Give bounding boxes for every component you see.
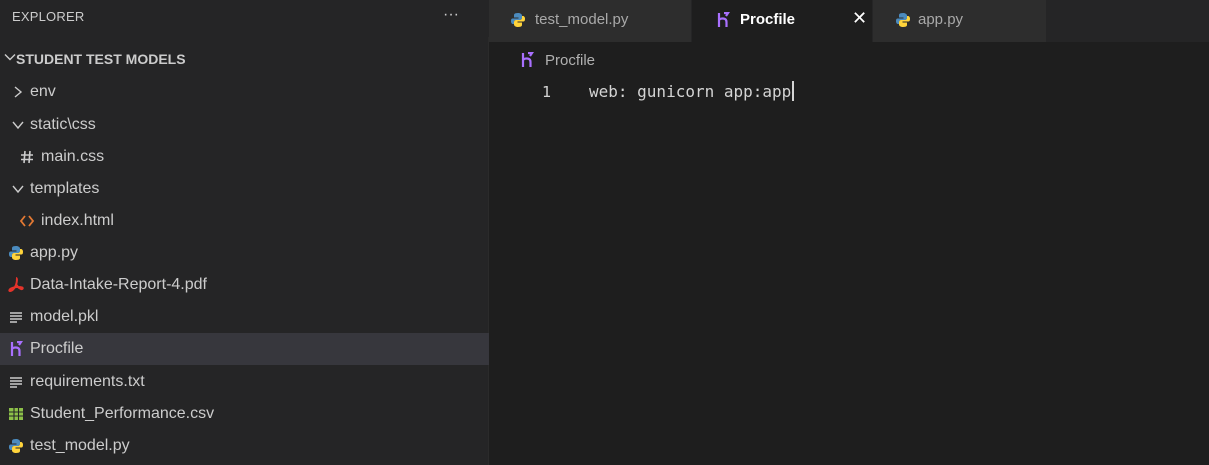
editor-tab-bar: test_model.py Procfile ✕ app.py <box>489 0 1209 42</box>
tree-item-procfile[interactable]: Procfile <box>0 333 489 365</box>
heroku-icon <box>10 341 23 356</box>
tab-label: app.py <box>918 11 964 28</box>
tab-procfile[interactable]: Procfile ✕ <box>692 0 873 42</box>
tree-item-label: model.pkl <box>30 308 99 325</box>
tab-test-model-py[interactable]: test_model.py <box>489 0 692 42</box>
code-line[interactable]: web: gunicorn app:app <box>589 81 795 101</box>
tree-item-label: Student_Performance.csv <box>30 405 215 422</box>
breadcrumb-file[interactable]: Procfile <box>545 52 595 69</box>
tree-item-label: templates <box>30 180 100 197</box>
text-cursor <box>792 81 795 101</box>
tab-app-py[interactable]: app.py <box>873 0 1047 42</box>
tree-item-label: static\css <box>30 116 96 133</box>
folder-header[interactable]: STUDENT TEST MODELS <box>0 44 489 76</box>
tree-item-static-css[interactable]: static\css <box>0 109 489 141</box>
python-icon <box>9 439 23 453</box>
explorer-title: EXPLORER <box>12 9 85 24</box>
editor-area[interactable]: Procfile 1 web: gunicorn app:app <box>489 42 1209 465</box>
tree-item-csv[interactable]: Student_Performance.csv <box>0 398 489 430</box>
chevron-down-icon <box>12 121 24 130</box>
heroku-icon <box>521 52 534 67</box>
tree-item-app-py[interactable]: app.py <box>0 237 489 269</box>
python-icon <box>511 13 525 27</box>
heroku-icon <box>717 12 730 27</box>
text-lines-icon <box>10 312 22 323</box>
line-number: 1 <box>542 83 552 101</box>
tree-item-pdf[interactable]: Data-Intake-Report-4.pdf <box>0 269 489 301</box>
tab-label: test_model.py <box>535 11 629 28</box>
close-tab-icon[interactable]: ✕ <box>852 8 867 29</box>
tree-item-test-model-py[interactable]: test_model.py <box>0 430 489 462</box>
explorer-sidebar: EXPLORER ··· STUDENT TEST MODELS env sta… <box>0 0 489 465</box>
tree-item-label: main.css <box>41 148 105 165</box>
vscode-window: EXPLORER ··· STUDENT TEST MODELS env sta… <box>0 0 1209 465</box>
csv-table-icon <box>9 408 23 420</box>
code-text: web: gunicorn app:app <box>589 82 792 101</box>
explorer-header: EXPLORER ··· <box>0 0 489 37</box>
pdf-icon <box>8 277 24 293</box>
tree-item-index-html[interactable]: index.html <box>0 205 489 237</box>
chevron-right-icon <box>14 86 23 98</box>
tree-item-label: requirements.txt <box>30 373 145 390</box>
tree-item-main-css[interactable]: main.css <box>0 141 489 173</box>
css-hash-icon <box>21 150 33 164</box>
tree-item-label: index.html <box>41 212 114 229</box>
tree-item-label: Procfile <box>30 340 84 357</box>
tree-item-label: app.py <box>30 244 79 261</box>
chevron-down-icon <box>4 54 16 61</box>
more-actions-button[interactable]: ··· <box>443 6 459 24</box>
tab-label: Procfile <box>740 11 796 28</box>
tree-item-label: test_model.py <box>30 437 130 454</box>
tree-item-templates[interactable]: templates <box>0 173 489 205</box>
tree-item-label: env <box>30 83 56 100</box>
python-icon <box>896 13 910 27</box>
python-icon <box>9 246 23 260</box>
chevron-down-icon <box>12 185 24 194</box>
html-brackets-icon <box>19 215 35 227</box>
tree-item-env[interactable]: env <box>0 76 489 108</box>
tree-item-label: Data-Intake-Report-4.pdf <box>30 276 207 293</box>
breadcrumb[interactable]: Procfile <box>489 42 1209 78</box>
text-lines-icon <box>10 377 22 388</box>
folder-name: STUDENT TEST MODELS <box>16 51 186 67</box>
tree-item-model-pkl[interactable]: model.pkl <box>0 301 489 333</box>
tree-item-requirements[interactable]: requirements.txt <box>0 366 489 398</box>
